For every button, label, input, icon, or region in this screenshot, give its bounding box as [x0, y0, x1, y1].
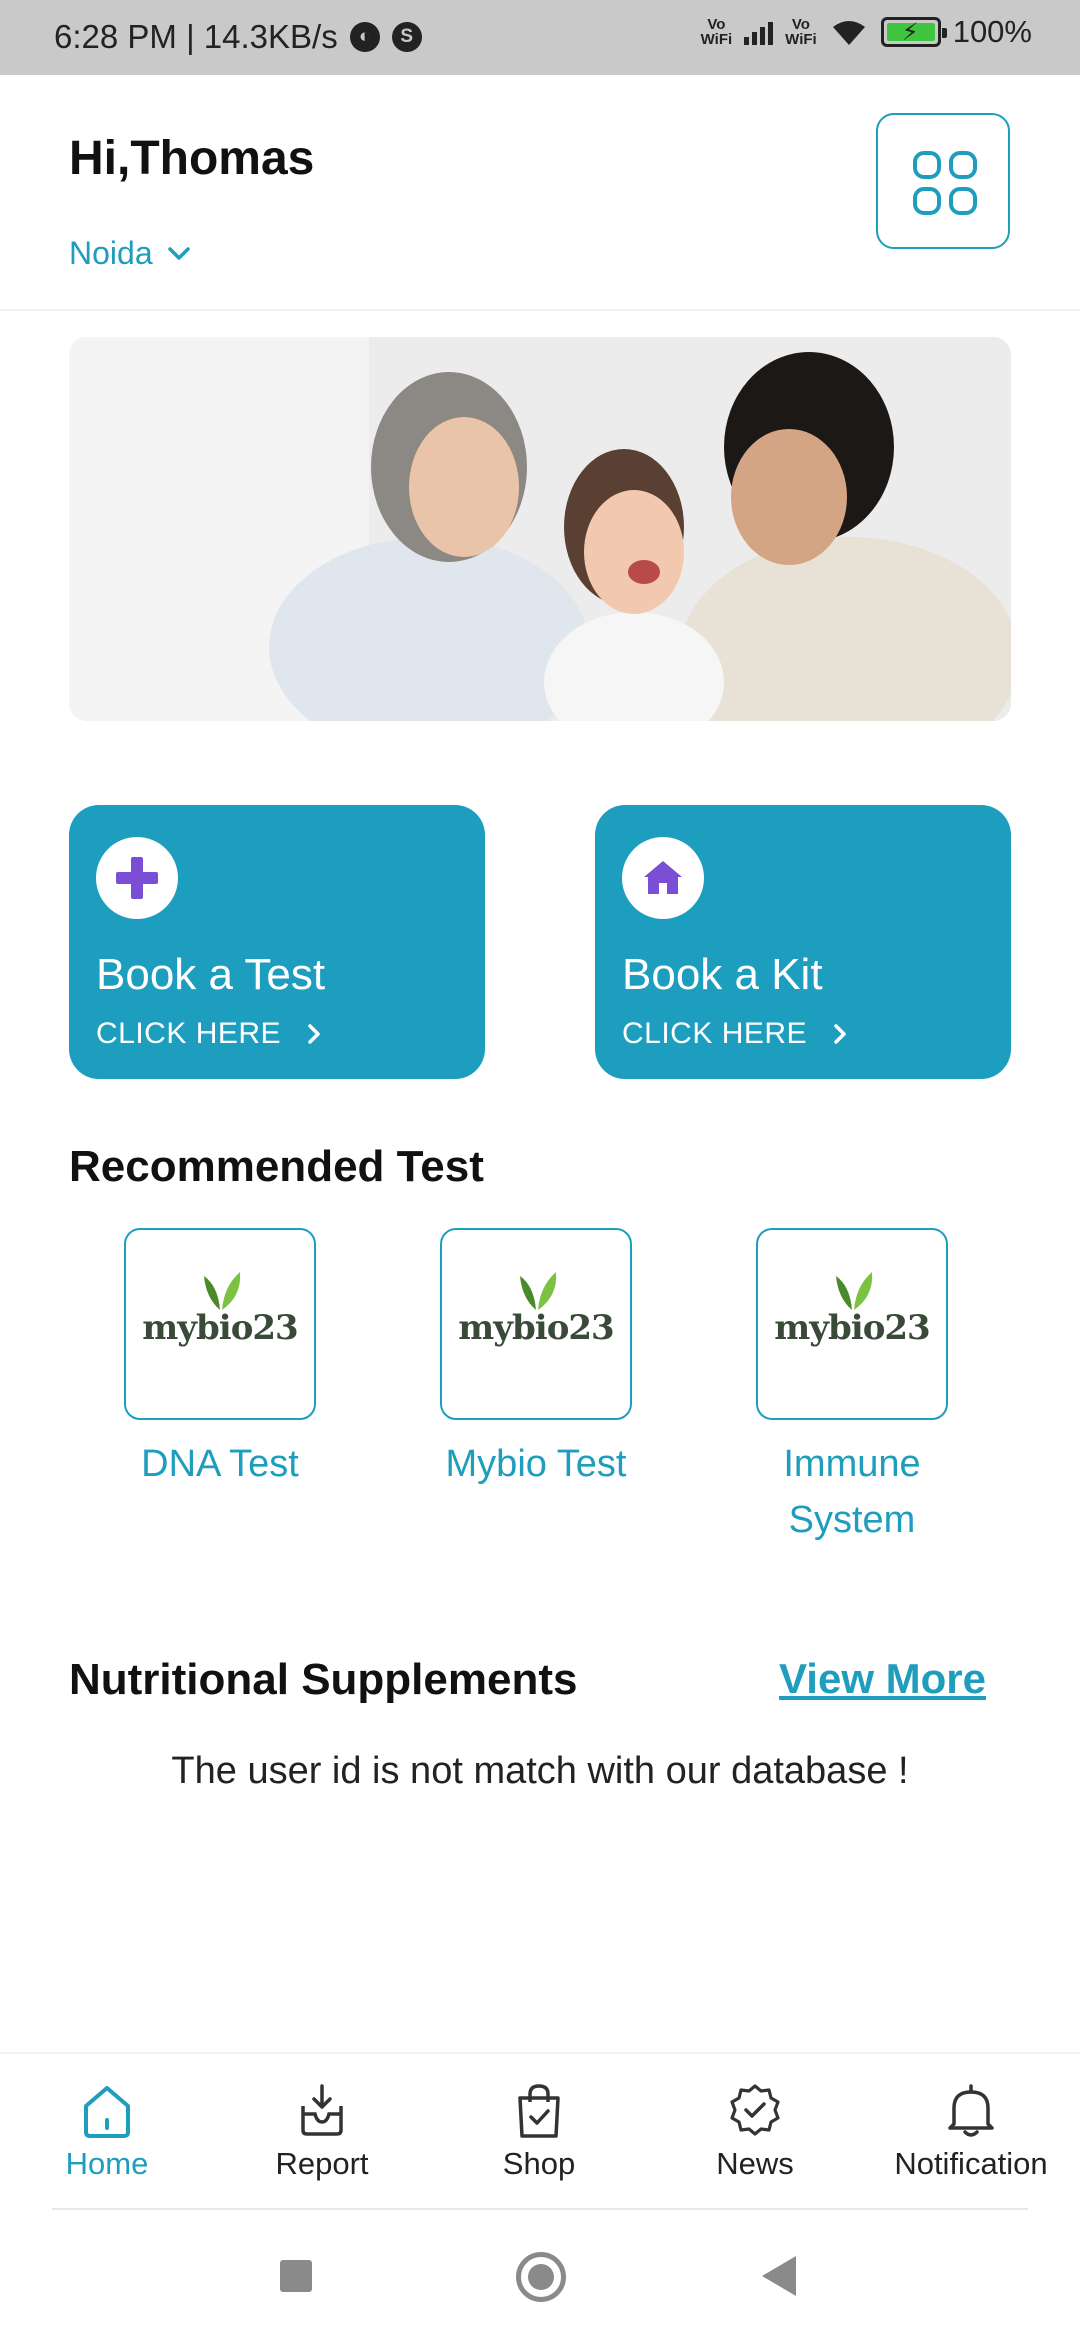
recommended-label[interactable]: Immune System	[722, 1436, 982, 1548]
mybio-logo-text: mybio23	[142, 1308, 298, 1348]
wifi-icon	[832, 21, 865, 45]
nav-home-label: Home	[65, 2146, 149, 2181]
shopping-bag-icon	[518, 2084, 560, 2138]
mybio-logo-tile[interactable]: mybio23	[756, 1228, 948, 1420]
greeting-title: Hi,Thomas	[69, 132, 315, 185]
nav-shop-label: Shop	[502, 2146, 576, 2181]
chevron-right-icon	[308, 1024, 320, 1044]
empty-state-message: The user id is not match with our databa…	[171, 1750, 909, 1792]
bottom-navigation: Home Report Shop News Notification	[0, 2052, 1080, 2210]
location-label: Noida	[69, 235, 153, 271]
recommended-label[interactable]: DNA Test	[90, 1436, 350, 1492]
book-test-cta-label: CLICK HERE	[96, 1017, 282, 1050]
grid-icon	[913, 151, 977, 215]
battery-icon: ⚡	[880, 17, 947, 47]
signal-icon	[744, 19, 774, 45]
book-kit-cta-label: CLICK HERE	[622, 1017, 808, 1050]
book-test-card[interactable]: Book a Test CLICK HERE	[69, 805, 485, 1079]
recents-button[interactable]	[280, 2260, 312, 2292]
nav-shop[interactable]: Shop	[449, 2082, 629, 2182]
nav-news[interactable]: News	[665, 2082, 845, 2182]
nav-divider	[52, 2208, 1028, 2210]
report-icon	[301, 2084, 343, 2136]
book-test-title: Book a Test	[96, 950, 326, 999]
hero-banner[interactable]	[69, 337, 1011, 721]
family-photo	[69, 337, 1011, 721]
data-saver-icon: ◐	[349, 22, 380, 52]
leaf-icon	[520, 1272, 557, 1310]
book-kit-cta[interactable]: CLICK HERE	[622, 1017, 847, 1051]
nav-news-label: News	[716, 2146, 794, 2181]
status-time-speed: 6:28 PM | 14.3KB/s	[54, 18, 338, 55]
mybio-logo-tile[interactable]: mybio23	[124, 1228, 316, 1420]
status-left: 6:28 PM | 14.3KB/s ◐ S	[54, 18, 422, 56]
view-more-link[interactable]: View More	[779, 1655, 986, 1703]
home-icon	[622, 837, 704, 919]
vowifi-icon-2: Vo WiFi	[785, 16, 817, 48]
mybio-logo-tile[interactable]: mybio23	[440, 1228, 632, 1420]
book-kit-card[interactable]: Book a Kit CLICK HERE	[595, 805, 1011, 1079]
home-outline-icon	[84, 2086, 130, 2138]
mybio-logo-text: mybio23	[458, 1308, 614, 1348]
status-right: Vo WiFi Vo WiFi ⚡ 100%	[701, 14, 1032, 50]
leaf-icon	[204, 1272, 241, 1310]
leaf-icon	[836, 1272, 873, 1310]
badge-check-icon	[730, 2084, 780, 2136]
chevron-right-icon	[834, 1024, 846, 1044]
home-system-button[interactable]	[516, 2252, 566, 2302]
battery-percent: 100%	[952, 14, 1032, 49]
nutritional-title: Nutritional Supplements	[69, 1655, 578, 1704]
home-header: Hi,Thomas Noida	[0, 75, 1080, 311]
mybio-logo-text: mybio23	[774, 1308, 930, 1348]
location-selector[interactable]: Noida	[69, 235, 191, 272]
nav-notification-label: Notification	[894, 2146, 1048, 2181]
recommended-item-immune-system[interactable]: mybio23 Immune System	[722, 1228, 982, 1548]
recommended-item-dna-test[interactable]: mybio23 DNA Test	[90, 1228, 350, 1492]
recommended-item-mybio-test[interactable]: mybio23 Mybio Test	[406, 1228, 666, 1492]
chevron-down-icon	[167, 246, 190, 260]
nav-report-label: Report	[275, 2146, 369, 2181]
system-navigation-bar	[0, 2212, 1080, 2340]
menu-grid-button[interactable]	[876, 113, 1010, 249]
nav-home[interactable]: Home	[17, 2082, 197, 2182]
book-kit-title: Book a Kit	[622, 950, 823, 999]
status-bar: 6:28 PM | 14.3KB/s ◐ S Vo WiFi Vo WiFi ⚡ 1…	[0, 0, 1080, 75]
bell-icon	[948, 2084, 994, 2137]
app-s-icon: S	[391, 22, 422, 52]
recommended-label[interactable]: Mybio Test	[406, 1436, 666, 1492]
nav-report[interactable]: Report	[232, 2082, 412, 2182]
nav-notification[interactable]: Notification	[881, 2082, 1061, 2182]
plus-icon	[96, 837, 178, 919]
book-test-cta[interactable]: CLICK HERE	[96, 1017, 321, 1051]
recommended-title: Recommended Test	[69, 1142, 484, 1191]
vowifi-icon: Vo WiFi	[700, 16, 733, 48]
back-button[interactable]	[762, 2256, 796, 2296]
